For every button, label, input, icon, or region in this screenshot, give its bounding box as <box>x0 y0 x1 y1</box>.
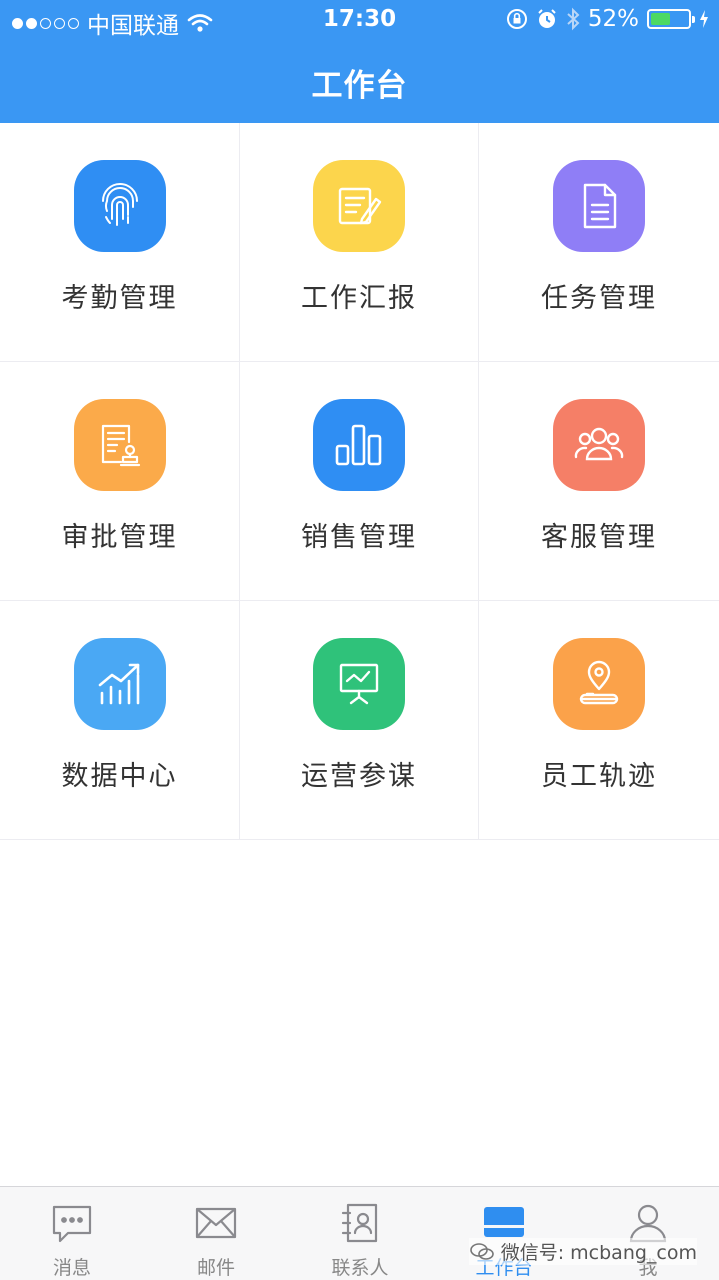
battery-icon <box>647 9 695 29</box>
app-screen: 中国联通 17:30 52% 工作台 考勤管理 工作汇报 任务管理 审批管理 销… <box>0 0 719 1280</box>
page-title: 工作台 <box>311 68 408 104</box>
tab-label: 联系人 <box>331 1257 389 1279</box>
module-staff-track[interactable]: 员工轨迹 <box>479 601 719 840</box>
header-bar: 中国联通 17:30 52% 工作台 <box>0 0 719 123</box>
tab-label: 消息 <box>52 1257 91 1279</box>
presentation-icon <box>313 638 405 730</box>
wechat-watermark: 微信号: mcbang_com <box>468 1238 697 1265</box>
tab-label: 邮件 <box>196 1257 235 1279</box>
customers-icon <box>553 399 645 491</box>
module-label: 数据中心 <box>61 761 178 792</box>
document-icon <box>553 160 645 252</box>
trend-chart-icon <box>73 638 166 730</box>
module-sales[interactable]: 销售管理 <box>240 362 479 601</box>
module-attendance[interactable]: 考勤管理 <box>0 123 240 362</box>
tab-mail[interactable]: 邮件 <box>144 1187 288 1280</box>
module-approval[interactable]: 审批管理 <box>0 362 240 601</box>
module-label: 销售管理 <box>301 522 417 553</box>
module-label: 审批管理 <box>61 522 178 553</box>
module-customer-service[interactable]: 客服管理 <box>479 362 719 601</box>
battery-percentage: 52% <box>587 6 639 32</box>
battery-level-fill <box>651 13 670 25</box>
module-label: 客服管理 <box>541 522 657 553</box>
module-label: 考勤管理 <box>61 283 178 314</box>
bluetooth-icon <box>567 7 580 31</box>
tab-bar: 消息 邮件 联系人 工作台 我 <box>0 1186 719 1280</box>
wechat-icon <box>469 1242 494 1260</box>
approval-stamp-icon <box>73 399 166 491</box>
tab-messages[interactable]: 消息 <box>0 1187 144 1280</box>
bar-chart-icon <box>313 399 405 491</box>
report-edit-icon <box>313 160 405 252</box>
alarm-icon <box>538 9 556 28</box>
charging-icon <box>700 10 708 28</box>
watermark-text: 微信号: mcbang_com <box>500 1242 697 1264</box>
location-pin-icon <box>553 638 645 730</box>
contacts-icon <box>341 1203 378 1243</box>
module-operations[interactable]: 运营参谋 <box>240 601 479 840</box>
module-label: 运营参谋 <box>301 761 417 792</box>
tab-workbench[interactable]: 工作台 <box>432 1187 576 1280</box>
module-data-center[interactable]: 数据中心 <box>0 601 240 840</box>
module-task[interactable]: 任务管理 <box>479 123 719 362</box>
tab-me[interactable]: 我 <box>576 1187 719 1280</box>
module-label: 工作汇报 <box>301 283 417 314</box>
module-work-report[interactable]: 工作汇报 <box>240 123 479 362</box>
fingerprint-icon <box>73 160 166 252</box>
module-label: 员工轨迹 <box>541 761 657 792</box>
tab-contacts[interactable]: 联系人 <box>288 1187 432 1280</box>
mail-icon <box>195 1207 237 1239</box>
rotation-lock-icon <box>506 9 527 29</box>
status-bar: 中国联通 17:30 52% <box>0 0 719 40</box>
status-right: 52% <box>506 6 709 32</box>
message-icon <box>52 1205 92 1243</box>
module-label: 任务管理 <box>541 283 657 314</box>
module-grid: 考勤管理 工作汇报 任务管理 审批管理 销售管理 客服管理 数据中心 运营参谋 … <box>0 123 719 840</box>
